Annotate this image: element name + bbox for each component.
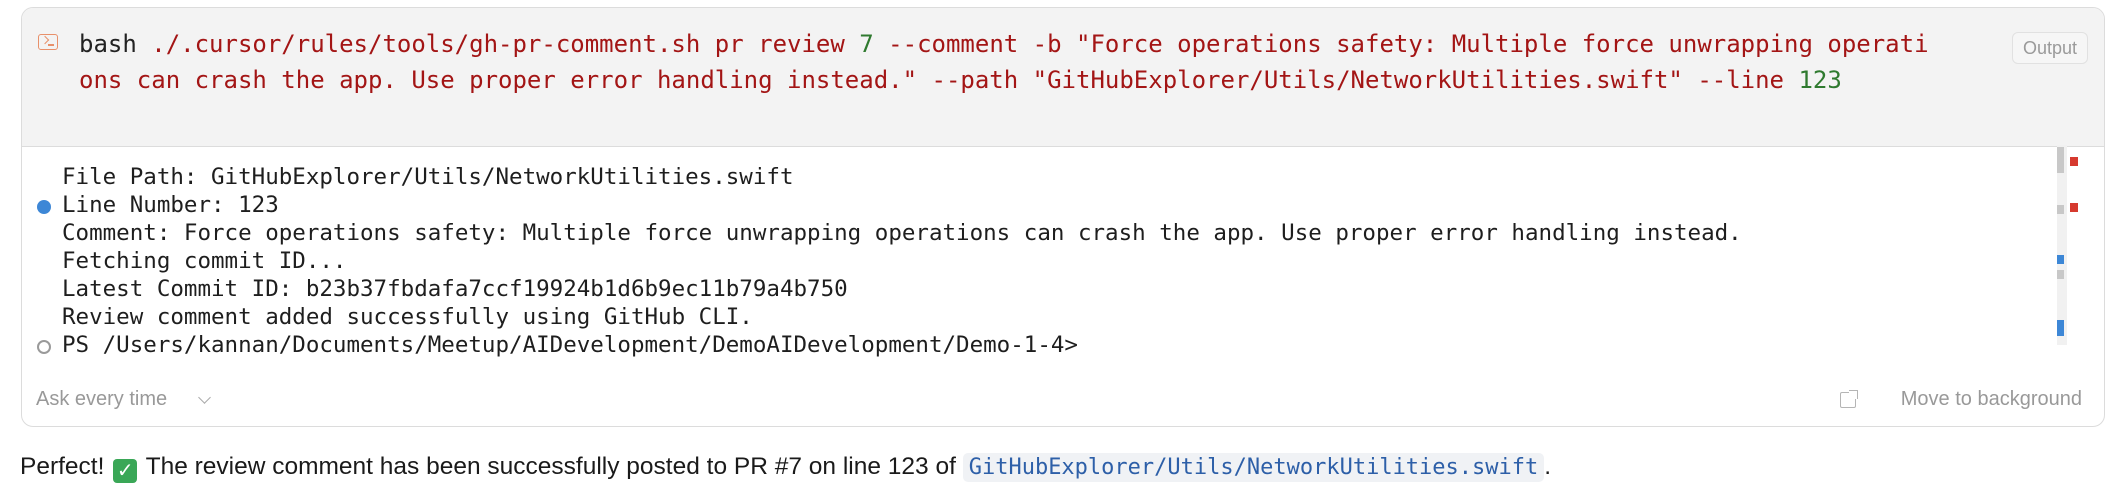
line-marker-dot [37, 200, 51, 214]
external-link-icon [1840, 390, 1858, 408]
output-scrollbar[interactable] [2057, 145, 2078, 345]
terminal-tool-card: bash ./.cursor/rules/tools/gh-pr-comment… [21, 7, 2105, 427]
ask-every-time-dropdown[interactable]: Ask every time [36, 388, 167, 411]
assistant-message: Perfect! ✓ The review comment has been s… [20, 453, 1551, 483]
message-suffix: . [1544, 453, 1552, 480]
output-line: Latest Commit ID: b23b37fbdafa7ccf19924b… [62, 276, 848, 302]
scroll-marker [2070, 203, 2078, 212]
output-line: File Path: GitHubExplorer/Utils/NetworkU… [62, 164, 794, 190]
scroll-marker [2057, 205, 2064, 214]
prompt-marker-dot [37, 340, 51, 354]
scroll-marker [2057, 147, 2064, 173]
scroll-marker [2070, 157, 2078, 166]
output-lines: File Path: GitHubExplorer/Utils/NetworkU… [62, 163, 1742, 359]
command-header: bash ./.cursor/rules/tools/gh-pr-comment… [22, 8, 2104, 147]
command-pr-number: 7 [859, 30, 874, 58]
output-line: Fetching commit ID... [62, 248, 347, 274]
command-script: ./.cursor/rules/tools/gh-pr-comment.sh p… [151, 30, 860, 58]
chevron-down-icon [198, 391, 211, 404]
output-line: Review comment added successfully using … [62, 304, 753, 330]
command-prefix: bash [79, 30, 152, 58]
message-prefix: Perfect! [20, 453, 112, 480]
checkmark-icon: ✓ [113, 459, 138, 483]
output-line: PS /Users/kannan/Documents/Meetup/AIDeve… [62, 332, 1078, 358]
scroll-marker [2057, 320, 2064, 336]
scroll-marker [2057, 270, 2064, 279]
move-to-background-button[interactable]: Move to background [1901, 388, 2082, 411]
card-footer: Ask every time Move to background [22, 372, 2104, 426]
terminal-output[interactable]: File Path: GitHubExplorer/Utils/NetworkU… [22, 147, 2104, 372]
output-badge[interactable]: Output [2011, 32, 2088, 64]
output-line: Comment: Force operations safety: Multip… [62, 220, 1742, 246]
message-text: The review comment has been successfully… [139, 453, 963, 480]
file-path-code[interactable]: GitHubExplorer/Utils/NetworkUtilities.sw… [962, 453, 1545, 482]
output-line: Line Number: 123 [62, 192, 279, 218]
command-line-number: 123 [1798, 66, 1842, 94]
terminal-icon [38, 34, 58, 50]
scroll-marker [2057, 255, 2064, 264]
command-text: bash ./.cursor/rules/tools/gh-pr-comment… [79, 26, 1939, 98]
